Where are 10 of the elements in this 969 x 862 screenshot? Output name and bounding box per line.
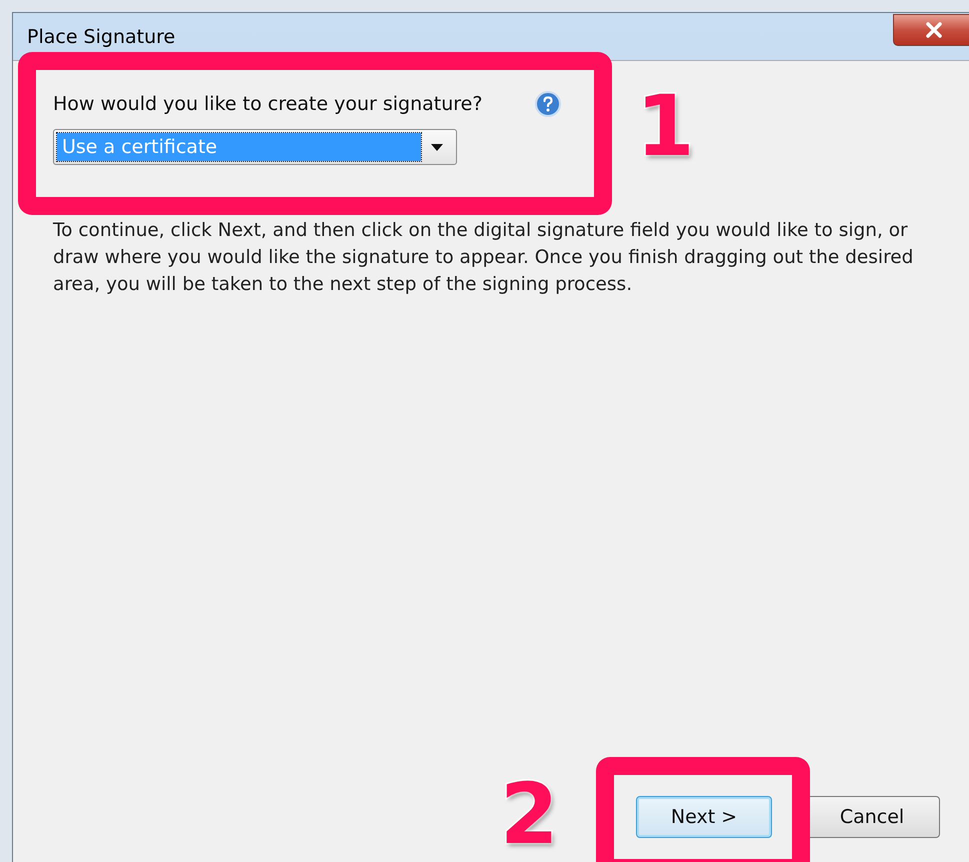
next-button[interactable]: Next > (636, 796, 772, 838)
close-icon (925, 22, 943, 38)
help-icon[interactable] (535, 91, 561, 117)
step-number: 1 (636, 84, 694, 168)
close-button[interactable] (893, 14, 969, 46)
window-title: Place Signature (27, 26, 176, 48)
instructions-text: To continue, click Next, and then click on the digital signature field you would like to sign, or draw where you would like the signature to appear. Once you finish dragging out the desired area, you will be taken to the next step of the signing process. (53, 219, 914, 297)
caret-icon (431, 144, 443, 150)
question-label: How would you like to create your signature? (53, 93, 482, 115)
step-number: 2 (500, 772, 558, 856)
